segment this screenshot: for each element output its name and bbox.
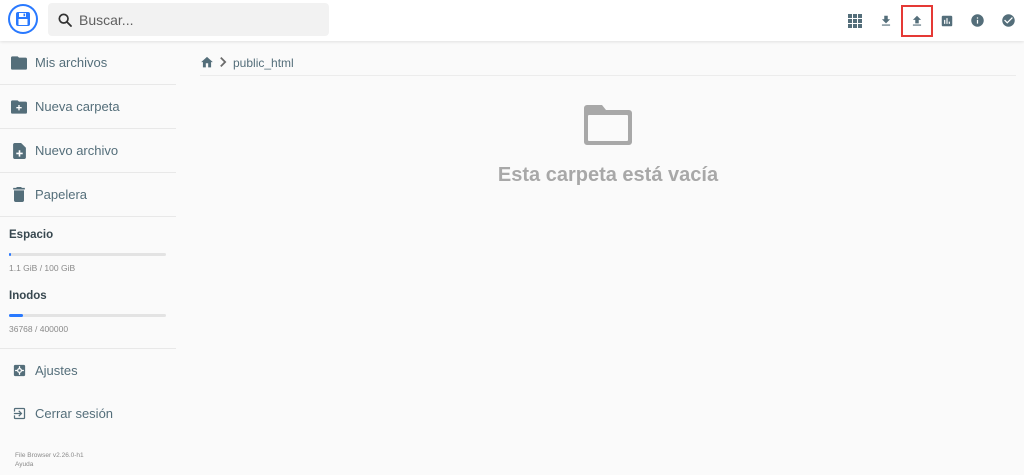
sidebar-item-label: Cerrar sesión — [35, 406, 114, 421]
header-actions — [840, 0, 1024, 41]
breadcrumb: public_html — [200, 50, 1016, 76]
sidebar-item-label: Mis archivos — [35, 55, 108, 70]
download-button[interactable] — [871, 6, 901, 36]
chevron-right-icon — [220, 56, 227, 70]
search-bar[interactable] — [48, 3, 329, 36]
breadcrumb-folder[interactable]: public_html — [233, 56, 294, 70]
version-text: File Browser v2.26.0-h1 — [15, 452, 84, 459]
sidebar-item-label: Ajustes — [35, 363, 78, 378]
sidebar-item-trash[interactable]: Papelera — [0, 173, 176, 216]
space-value: 1.1 GiB / 100 GiB — [9, 263, 76, 273]
trash-icon — [11, 187, 27, 203]
check-circle-icon — [1002, 14, 1015, 27]
space-progress-bar — [9, 253, 166, 256]
grid-view-icon — [848, 13, 863, 28]
top-bar — [0, 0, 1024, 41]
usage-stats-button[interactable] — [932, 6, 962, 36]
inodes-value: 36768 / 400000 — [9, 324, 69, 334]
exit-icon — [11, 406, 27, 422]
inodes-progress-bar — [9, 314, 166, 317]
space-progress-fill — [9, 253, 11, 256]
inodes-title: Inodos — [9, 290, 47, 302]
inodes-quota: Inodos 36768 / 400000 — [0, 273, 176, 334]
info-button[interactable] — [963, 6, 993, 36]
floppy-disk-icon — [16, 12, 30, 26]
sidebar-item-label: Nuevo archivo — [35, 143, 119, 158]
upload-icon — [912, 15, 921, 26]
info-icon — [971, 14, 985, 27]
empty-state: Esta carpeta está vacía — [200, 100, 1016, 187]
search-input[interactable] — [79, 11, 309, 28]
inodes-progress-fill — [9, 314, 24, 317]
folder-icon — [11, 55, 27, 71]
select-multiple-button[interactable] — [993, 6, 1023, 36]
space-quota: Espacio 1.1 GiB / 100 GiB — [0, 217, 176, 273]
download-icon — [881, 15, 891, 26]
create-new-folder-icon — [11, 99, 27, 115]
sidebar-item-logout[interactable]: Cerrar sesión — [0, 392, 176, 435]
empty-message: Esta carpeta está vacía — [497, 164, 719, 186]
settings-icon — [11, 363, 27, 379]
chart-icon — [941, 15, 953, 26]
sidebar: Mis archivos Nueva carpeta Nuevo archivo… — [0, 41, 176, 475]
space-title: Espacio — [9, 229, 54, 241]
upload-button[interactable] — [900, 4, 933, 37]
switch-view-button[interactable] — [840, 6, 870, 36]
folder-open-icon — [583, 103, 633, 149]
sidebar-item-label: Nueva carpeta — [35, 99, 120, 114]
sidebar-item-new-folder[interactable]: Nueva carpeta — [0, 85, 176, 128]
note-add-icon — [11, 142, 27, 159]
sidebar-item-settings[interactable]: Ajustes — [0, 349, 176, 392]
sidebar-item-label: Papelera — [35, 187, 88, 202]
app-logo[interactable] — [8, 4, 38, 34]
help-link[interactable]: Ayuda — [15, 460, 84, 469]
sidebar-item-my-files[interactable]: Mis archivos — [0, 41, 176, 84]
home-icon[interactable] — [200, 55, 214, 71]
search-icon — [58, 12, 72, 27]
sidebar-footer: File Browser v2.26.0-h1 Ayuda — [15, 451, 84, 469]
sidebar-item-new-file[interactable]: Nuevo archivo — [0, 129, 176, 172]
